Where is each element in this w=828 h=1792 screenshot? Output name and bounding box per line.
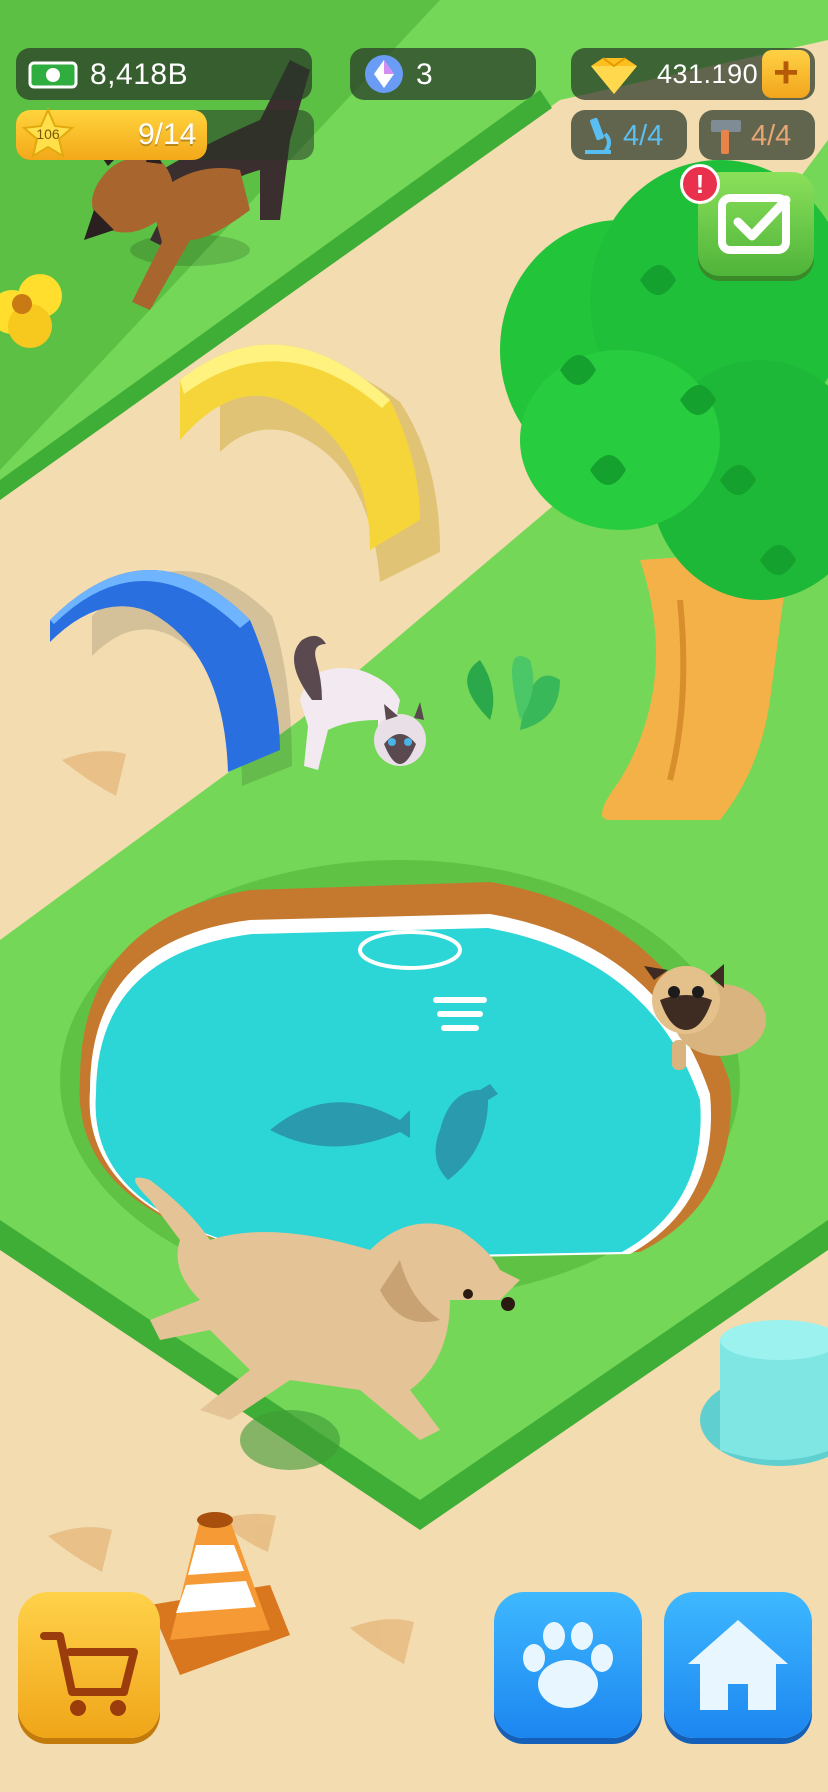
pets-button[interactable]: [494, 1592, 642, 1738]
game-screen: 8,418B 3 431.190 + 106 9/14 4/4 4/4 !: [0, 0, 828, 1792]
plus-icon: +: [773, 48, 799, 97]
hammer-icon: [711, 120, 741, 154]
cash-icon: [28, 61, 78, 89]
paw-icon: [523, 1622, 613, 1708]
microscope-icon: [585, 117, 611, 154]
cash-value: 8,418B: [90, 58, 189, 91]
research-value: 4/4: [623, 120, 664, 152]
crystal-value: 3: [416, 58, 434, 91]
build-counter[interactable]: 4/4: [699, 110, 815, 160]
crystal-orb-icon: [365, 55, 403, 93]
research-counter[interactable]: 4/4: [571, 110, 687, 160]
shop-button[interactable]: [18, 1592, 160, 1738]
level-progress-text: 9/14: [138, 118, 197, 151]
shopping-cart-icon: [40, 1632, 138, 1716]
tasks-alert-badge: !: [680, 164, 720, 204]
diamond-value: 431.190: [657, 59, 759, 89]
build-value: 4/4: [751, 120, 792, 152]
cash-counter[interactable]: 8,418B: [16, 48, 312, 100]
house-icon: [688, 1620, 788, 1710]
player-level: 106: [36, 126, 60, 142]
home-button[interactable]: [664, 1592, 812, 1738]
diamond-icon: [591, 57, 637, 94]
add-diamonds-button[interactable]: +: [762, 50, 810, 98]
crystal-counter[interactable]: 3: [350, 48, 536, 100]
